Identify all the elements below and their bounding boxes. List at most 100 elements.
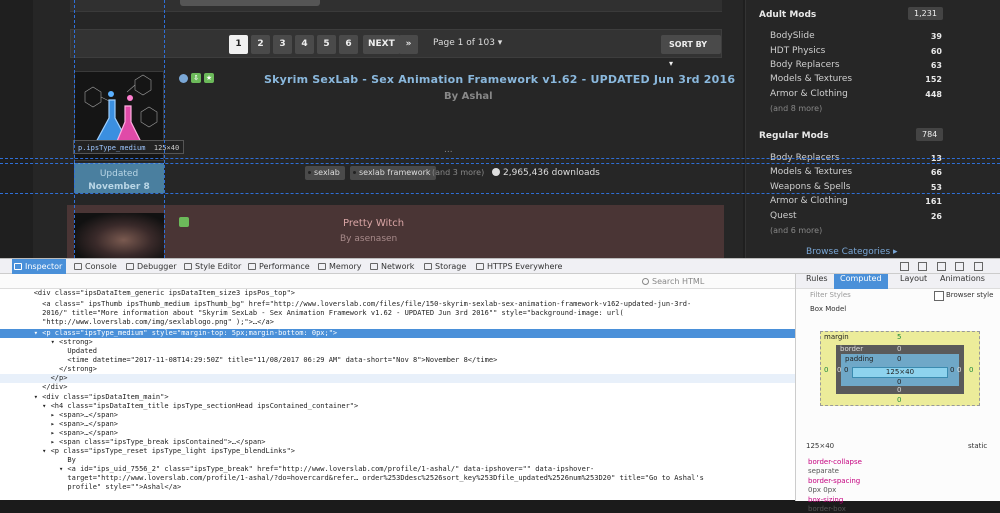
dock-icon[interactable]: [918, 262, 927, 271]
last-page-button[interactable]: »: [399, 35, 418, 54]
tree-line[interactable]: By: [0, 456, 795, 465]
page-2-button[interactable]: 2: [251, 35, 270, 54]
sidebar-item-bodyslide[interactable]: BodySlide: [770, 31, 815, 41]
options-icon[interactable]: [955, 262, 964, 271]
tab-inspector[interactable]: Inspector: [12, 259, 66, 274]
tree-line[interactable]: "http://www.loverslab.com/img/sexlablogo…: [0, 318, 795, 327]
tab-animations[interactable]: Animations: [934, 274, 991, 289]
adult-more-link[interactable]: (and 8 more): [770, 104, 822, 113]
adult-mods-heading[interactable]: Adult Mods: [759, 10, 816, 20]
box-model-toggle[interactable]: Box Model: [802, 305, 846, 313]
tab-https-everywhere[interactable]: HTTPS Everywhere: [474, 259, 562, 274]
tree-line[interactable]: </p>: [0, 374, 795, 383]
sidebar-item-weapons-spells[interactable]: Weapons & Spells: [770, 182, 850, 192]
next-page-button[interactable]: NEXT: [363, 35, 400, 54]
tab-network[interactable]: Network: [368, 259, 414, 274]
page-4-button[interactable]: 4: [295, 35, 314, 54]
border-right-value[interactable]: 0: [957, 366, 961, 374]
sidebar-item-hdt-physics[interactable]: HDT Physics: [770, 46, 825, 56]
tab-rules[interactable]: Rules: [800, 274, 834, 289]
sidebar-item-regular-armor-clothing[interactable]: Armor & Clothing: [770, 196, 848, 206]
border-top-value[interactable]: 0: [897, 345, 901, 353]
tab-style-editor[interactable]: Style Editor: [182, 259, 241, 274]
padding-right-value[interactable]: 0: [950, 366, 954, 374]
sidebar-item-armor-clothing[interactable]: Armor & Clothing: [770, 89, 848, 99]
item-author[interactable]: By Ashal: [444, 91, 493, 102]
regular-mods-heading[interactable]: Regular Mods: [759, 131, 829, 141]
sidebar-item-body-replacers[interactable]: Body Replacers: [770, 60, 840, 70]
page-3-button[interactable]: 3: [273, 35, 292, 54]
border-bottom-value[interactable]: 0: [897, 386, 901, 394]
search-html-input[interactable]: Search HTML: [640, 275, 792, 288]
tree-line[interactable]: ▾ <strong>: [0, 338, 795, 347]
page-6-button[interactable]: 6: [339, 35, 358, 54]
responsive-mode-icon[interactable]: [900, 262, 909, 271]
padding-top-value[interactable]: 0: [897, 355, 901, 363]
margin-top-value[interactable]: 5: [897, 333, 901, 341]
tree-line[interactable]: <a class=" ipsThumb ipsThumb_medium ipsT…: [0, 300, 795, 309]
tab-memory[interactable]: Memory: [316, 259, 362, 274]
tree-line[interactable]: </div>: [0, 383, 795, 392]
tab-performance[interactable]: Performance: [246, 259, 310, 274]
tab-storage[interactable]: Storage: [422, 259, 466, 274]
tree-line[interactable]: ▸ <span>…</span>: [0, 429, 795, 438]
tree-line[interactable]: ▾ <a id="ips_uid_7556_2" class="ipsType_…: [0, 465, 795, 474]
tree-line-selected[interactable]: ▾ <p class="ipsType_medium" style="margi…: [0, 329, 795, 338]
tree-line[interactable]: ▾ <p class="ipsType_reset ipsType_light …: [0, 447, 795, 456]
border-left-value[interactable]: 0: [837, 366, 841, 374]
browser-styles-checkbox[interactable]: Browser style: [934, 291, 993, 301]
box-model-content[interactable]: 125×40: [852, 367, 948, 378]
margin-right-value[interactable]: 0: [969, 366, 973, 374]
featured-star-icon: ★: [204, 73, 214, 83]
tree-line[interactable]: ▸ <span>…</span>: [0, 411, 795, 420]
inspector-guide-line: [164, 0, 165, 258]
tree-line[interactable]: Updated: [0, 347, 795, 356]
tree-line[interactable]: ▾ <div class="ipsDataItem_main">: [0, 393, 795, 402]
regular-more-link[interactable]: (and 6 more): [770, 226, 822, 235]
tab-debugger-label: Debugger: [137, 262, 177, 271]
padding-bottom-value[interactable]: 0: [897, 378, 901, 386]
computed-prop-name[interactable]: border-spacing: [808, 477, 860, 485]
page-1-button[interactable]: 1: [229, 35, 248, 54]
tab-debugger[interactable]: Debugger: [124, 259, 177, 274]
tab-console[interactable]: Console: [72, 259, 117, 274]
tab-layout[interactable]: Layout: [894, 274, 933, 289]
tree-line[interactable]: ▾ <h4 class="ipsDataItem_title ipsType_s…: [0, 402, 795, 411]
sidebar-count-body-replacers: 63: [930, 61, 942, 70]
sidebar-item-quest[interactable]: Quest: [770, 211, 797, 221]
padding-label: padding: [845, 355, 874, 363]
pretty-witch-thumbnail[interactable]: [74, 213, 164, 258]
computed-side-panel: Rules Computed Layout Animations Filter …: [795, 274, 1000, 513]
tree-line[interactable]: <div class="ipsDataItem_generic ipsDataI…: [0, 289, 795, 298]
item2-author[interactable]: By asenasen: [340, 234, 397, 244]
tag-sexlab[interactable]: sexlab: [305, 166, 345, 180]
tree-line[interactable]: ▸ <span>…</span>: [0, 420, 795, 429]
tab-computed[interactable]: Computed: [834, 274, 888, 289]
margin-left-value[interactable]: 0: [824, 366, 828, 374]
item-title-link[interactable]: Skyrim SexLab - Sex Animation Framework …: [264, 73, 735, 86]
screenshot-icon[interactable]: [937, 262, 946, 271]
page-info-dropdown[interactable]: Page 1 of 103 ▾: [433, 38, 502, 48]
tree-line[interactable]: 2016/" title="More information about "Sk…: [0, 309, 795, 318]
tree-line[interactable]: ▸ <span class="ipsType_break ipsContaine…: [0, 438, 795, 447]
page-5-button[interactable]: 5: [317, 35, 336, 54]
html-tree-view[interactable]: <div class="ipsDataItem_generic ipsDataI…: [0, 289, 795, 501]
browse-categories-link[interactable]: Browse Categories ▸: [806, 247, 898, 257]
sidebar-item-models-textures[interactable]: Models & Textures: [770, 74, 852, 84]
margin-bottom-value[interactable]: 0: [897, 396, 901, 404]
sidebar-item-regular-models-textures[interactable]: Models & Textures: [770, 167, 852, 177]
tree-line[interactable]: profile" style="">Ashal</a>: [0, 483, 795, 492]
tree-line[interactable]: <time datetime="2017-11-08T14:29:50Z" ti…: [0, 356, 795, 365]
more-tags-link[interactable]: (and 3 more): [432, 168, 484, 177]
sort-by-button[interactable]: SORT BY ▾: [661, 35, 721, 68]
close-icon[interactable]: [974, 262, 983, 271]
computed-prop-name[interactable]: box-sizing: [808, 496, 843, 504]
tree-line[interactable]: </strong>: [0, 365, 795, 374]
computed-prop-value: 0px 0px: [808, 486, 837, 494]
padding-left-value[interactable]: 0: [844, 366, 848, 374]
tag-sexlab-framework[interactable]: sexlab framework: [350, 166, 436, 180]
filter-styles-input[interactable]: Filter Styles: [802, 291, 851, 299]
item2-title-link[interactable]: Pretty Witch: [343, 218, 404, 229]
computed-prop-name[interactable]: border-collapse: [808, 458, 862, 466]
tree-line[interactable]: target="http://www.loverslab.com/profile…: [0, 474, 795, 483]
